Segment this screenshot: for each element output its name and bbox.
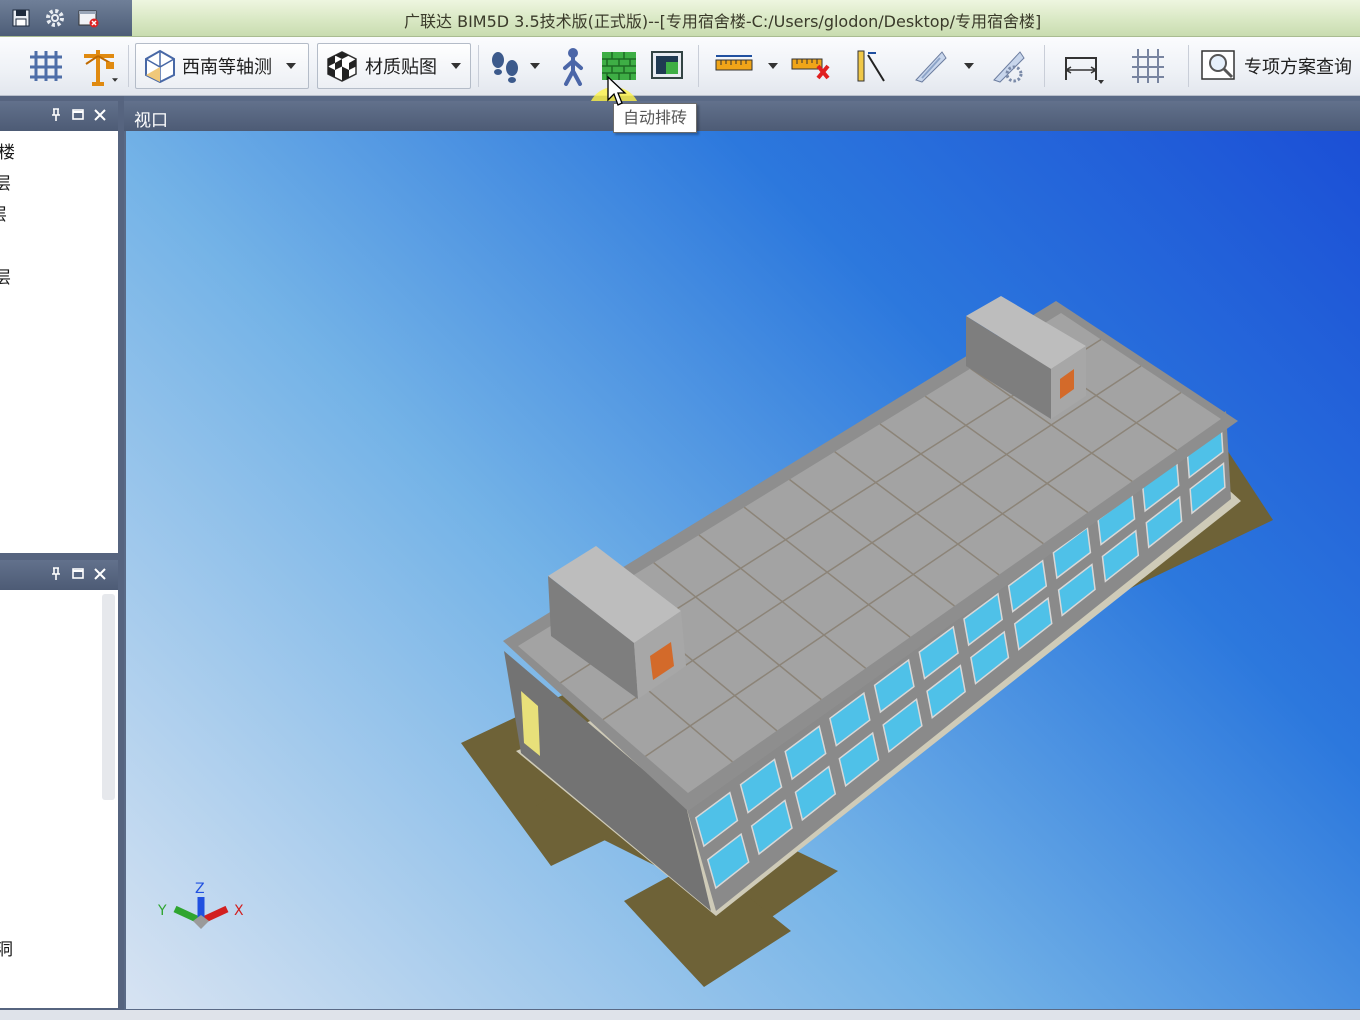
chevron-down-icon	[286, 63, 296, 69]
close-project-icon[interactable]	[76, 5, 102, 31]
query-magnifier-icon	[1201, 50, 1235, 80]
toolbar-separator	[1188, 45, 1189, 87]
mouse-pointer-icon	[607, 76, 627, 106]
footsteps-icon	[492, 52, 518, 83]
close-icon[interactable]	[92, 566, 108, 582]
top-panel-header	[0, 101, 118, 131]
maximize-icon[interactable]	[70, 566, 86, 582]
axis-network-button[interactable]	[1130, 37, 1164, 95]
construction-site-button[interactable]	[78, 37, 118, 95]
special-plan-query-button[interactable]: 专项方案查询	[1200, 37, 1352, 95]
quick-access-toolbar	[0, 0, 132, 36]
save-icon[interactable]	[8, 5, 34, 31]
picture-frame-icon	[651, 51, 683, 79]
material-texture-dropdown[interactable]: 材质贴图	[317, 43, 471, 89]
axis-grid-icon	[30, 51, 62, 81]
maximize-icon[interactable]	[70, 107, 86, 123]
y-axis-label: Y	[157, 903, 167, 919]
ruler-delete-icon	[791, 58, 830, 80]
roam-footsteps-button[interactable]	[488, 37, 540, 95]
dimension-line-icon	[857, 50, 885, 82]
title-bar: 广联达 BIM5D 3.5技术版(正式版)--[专用宿舍楼-C:/Users/g…	[0, 0, 1360, 37]
walking-person-icon	[563, 48, 583, 86]
clear-measurement-button[interactable]	[790, 37, 832, 95]
material-texture-label: 材质贴图	[365, 57, 437, 78]
chevron-down-icon[interactable]	[964, 63, 974, 69]
section-plane-icon	[915, 51, 947, 83]
axis-grid-button[interactable]	[28, 37, 64, 95]
main-toolbar: 西南等轴测 材质贴图 专项方案查询	[0, 37, 1360, 139]
scrollbar[interactable]	[102, 594, 115, 800]
toolbar-separator	[698, 45, 699, 87]
status-bar	[0, 1010, 1360, 1020]
floor-tree-panel: 楼 层 层 层	[0, 131, 118, 553]
settings-gear-icon[interactable]	[42, 5, 68, 31]
ruler-icon	[715, 55, 753, 71]
toolbar-separator	[1044, 45, 1045, 87]
building-3d-model[interactable]: Y X Z	[126, 131, 1360, 1009]
viewport-title: 视口	[134, 111, 168, 131]
chevron-down-icon[interactable]	[112, 78, 118, 82]
toolbar-separator	[128, 45, 129, 87]
tree-item[interactable]: 楼	[0, 138, 15, 163]
view-direction-label: 西南等轴测	[182, 57, 272, 78]
close-icon[interactable]	[92, 107, 108, 123]
bottom-panel-header	[0, 560, 118, 590]
chevron-down-icon[interactable]	[768, 63, 778, 69]
grid-hatch-icon	[1132, 49, 1164, 83]
vertical-dimension-button[interactable]	[854, 37, 888, 95]
special-plan-query-label: 专项方案查询	[1244, 57, 1352, 78]
chevron-down-icon	[451, 63, 461, 69]
chevron-down-icon[interactable]	[530, 63, 540, 69]
tree-item[interactable]: 层	[0, 169, 11, 194]
annotation-button[interactable]	[1062, 37, 1104, 95]
pin-icon[interactable]	[48, 107, 64, 123]
x-axis-label: X	[234, 903, 244, 919]
isometric-view-icon	[145, 49, 175, 83]
first-person-roam-button[interactable]	[560, 37, 586, 95]
material-texture-icon	[327, 51, 357, 82]
annotation-dimension-icon	[1065, 57, 1104, 84]
window-title: 广联达 BIM5D 3.5技术版(正式版)--[专用宿舍楼-C:/Users/g…	[404, 12, 1042, 31]
3d-viewport[interactable]: Y X Z	[126, 131, 1360, 1009]
section-plane-button[interactable]	[912, 37, 974, 95]
tree-item[interactable]: 层	[0, 263, 11, 288]
component-tree-panel: 洞	[0, 590, 118, 1008]
section-settings-icon	[993, 51, 1025, 83]
section-settings-button[interactable]	[990, 37, 1026, 95]
view-direction-dropdown[interactable]: 西南等轴测	[135, 43, 309, 89]
toolbar-separator	[478, 45, 479, 87]
viewport-header: 视口	[124, 101, 1360, 131]
measure-distance-button[interactable]	[714, 37, 778, 95]
z-axis-label: Z	[195, 881, 205, 897]
tree-item[interactable]: 层	[0, 200, 7, 225]
pin-icon[interactable]	[48, 566, 64, 582]
screenshot-view-button[interactable]	[650, 37, 684, 95]
axis-triad: Y X Z	[157, 881, 244, 929]
tree-item[interactable]: 洞	[0, 935, 13, 960]
